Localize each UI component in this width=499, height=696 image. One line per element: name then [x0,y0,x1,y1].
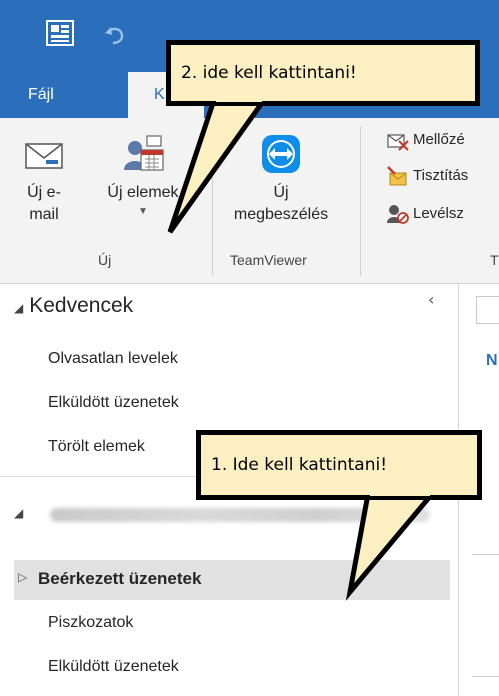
junk-label: Levélsz [413,205,464,222]
expand-triangle-icon[interactable]: ▷ [18,570,27,584]
nav-item-unread[interactable]: Olvasatlan levelek [48,350,178,368]
message-divider [472,676,499,677]
callout-step-2-text: 2. ide kell kattintani! [181,63,357,83]
teamviewer-icon [262,135,300,173]
new-items-button[interactable]: Új elemek ▼ [88,132,198,218]
nav-item-inbox[interactable]: ▷ Beérkezett üzenetek [14,560,450,600]
expand-triangle-icon[interactable]: ◢ [14,506,23,520]
ignore-icon [387,134,409,151]
outlook-app-icon [46,20,74,46]
nav-item-sent-favorite[interactable]: Elküldött üzenetek [48,394,179,412]
favorites-header[interactable]: ◢ Kedvencek [14,294,133,318]
expand-triangle-icon[interactable]: ◢ [14,301,23,315]
collapse-pane-icon[interactable]: ‹ [428,290,434,309]
account-name-blurred [50,508,430,522]
nav-item-sent[interactable]: Elküldött üzenetek [48,658,179,676]
junk-icon [387,205,409,224]
new-meeting-label-line1: Új [273,184,289,201]
right-pane-partial-text[interactable]: N [486,352,498,370]
message-divider [472,554,499,555]
callout-step-1: 1. Ide kell kattintani! [196,430,482,500]
new-email-label-line2: mail [29,206,59,223]
envelope-icon [25,143,63,169]
ignore-command[interactable]: Mellőzé [386,128,465,152]
nav-item-drafts[interactable]: Piszkozatok [48,614,133,632]
callout-step-1-text: 1. Ide kell kattintani! [211,455,388,475]
new-email-button[interactable]: Új e- mail [8,132,80,226]
new-items-icon [124,135,164,171]
cleanup-command[interactable]: Tisztítás [386,164,468,188]
callout-step-2: 2. ide kell kattintani! [166,40,480,106]
callout-pointer-join [370,490,430,496]
ribbon: Új e- mail Új elemek ▼ Új megbeszélés Me… [0,118,499,284]
new-meeting-label-line2: megbeszélés [233,206,329,223]
callout-pointer-join [216,96,262,102]
ribbon-group-new-label: Új [98,252,112,268]
tab-file[interactable]: Fájl [28,72,54,118]
junk-command[interactable]: Levélsz [386,202,464,226]
ignore-label: Mellőzé [413,131,465,148]
ribbon-group-partial-label: T [490,252,499,268]
cleanup-label: Tisztítás [413,167,469,184]
cleanup-icon [387,166,407,186]
new-email-label-line1: Új e- [27,184,61,201]
favorites-header-label: Kedvencek [29,294,134,317]
ribbon-group-teamviewer-label: TeamViewer [230,252,307,268]
chevron-down-icon[interactable]: ▼ [88,206,198,218]
ribbon-separator [212,126,213,276]
inbox-label: Beérkezett üzenetek [38,569,202,588]
new-meeting-button[interactable]: Új megbeszélés [222,132,340,226]
undo-icon[interactable] [102,24,126,46]
new-items-label: Új elemek [107,184,179,201]
search-box-partial[interactable] [476,296,499,324]
nav-item-deleted[interactable]: Törölt elemek [48,438,145,456]
ribbon-separator [360,126,361,276]
account-header[interactable]: ◢ [14,504,454,528]
